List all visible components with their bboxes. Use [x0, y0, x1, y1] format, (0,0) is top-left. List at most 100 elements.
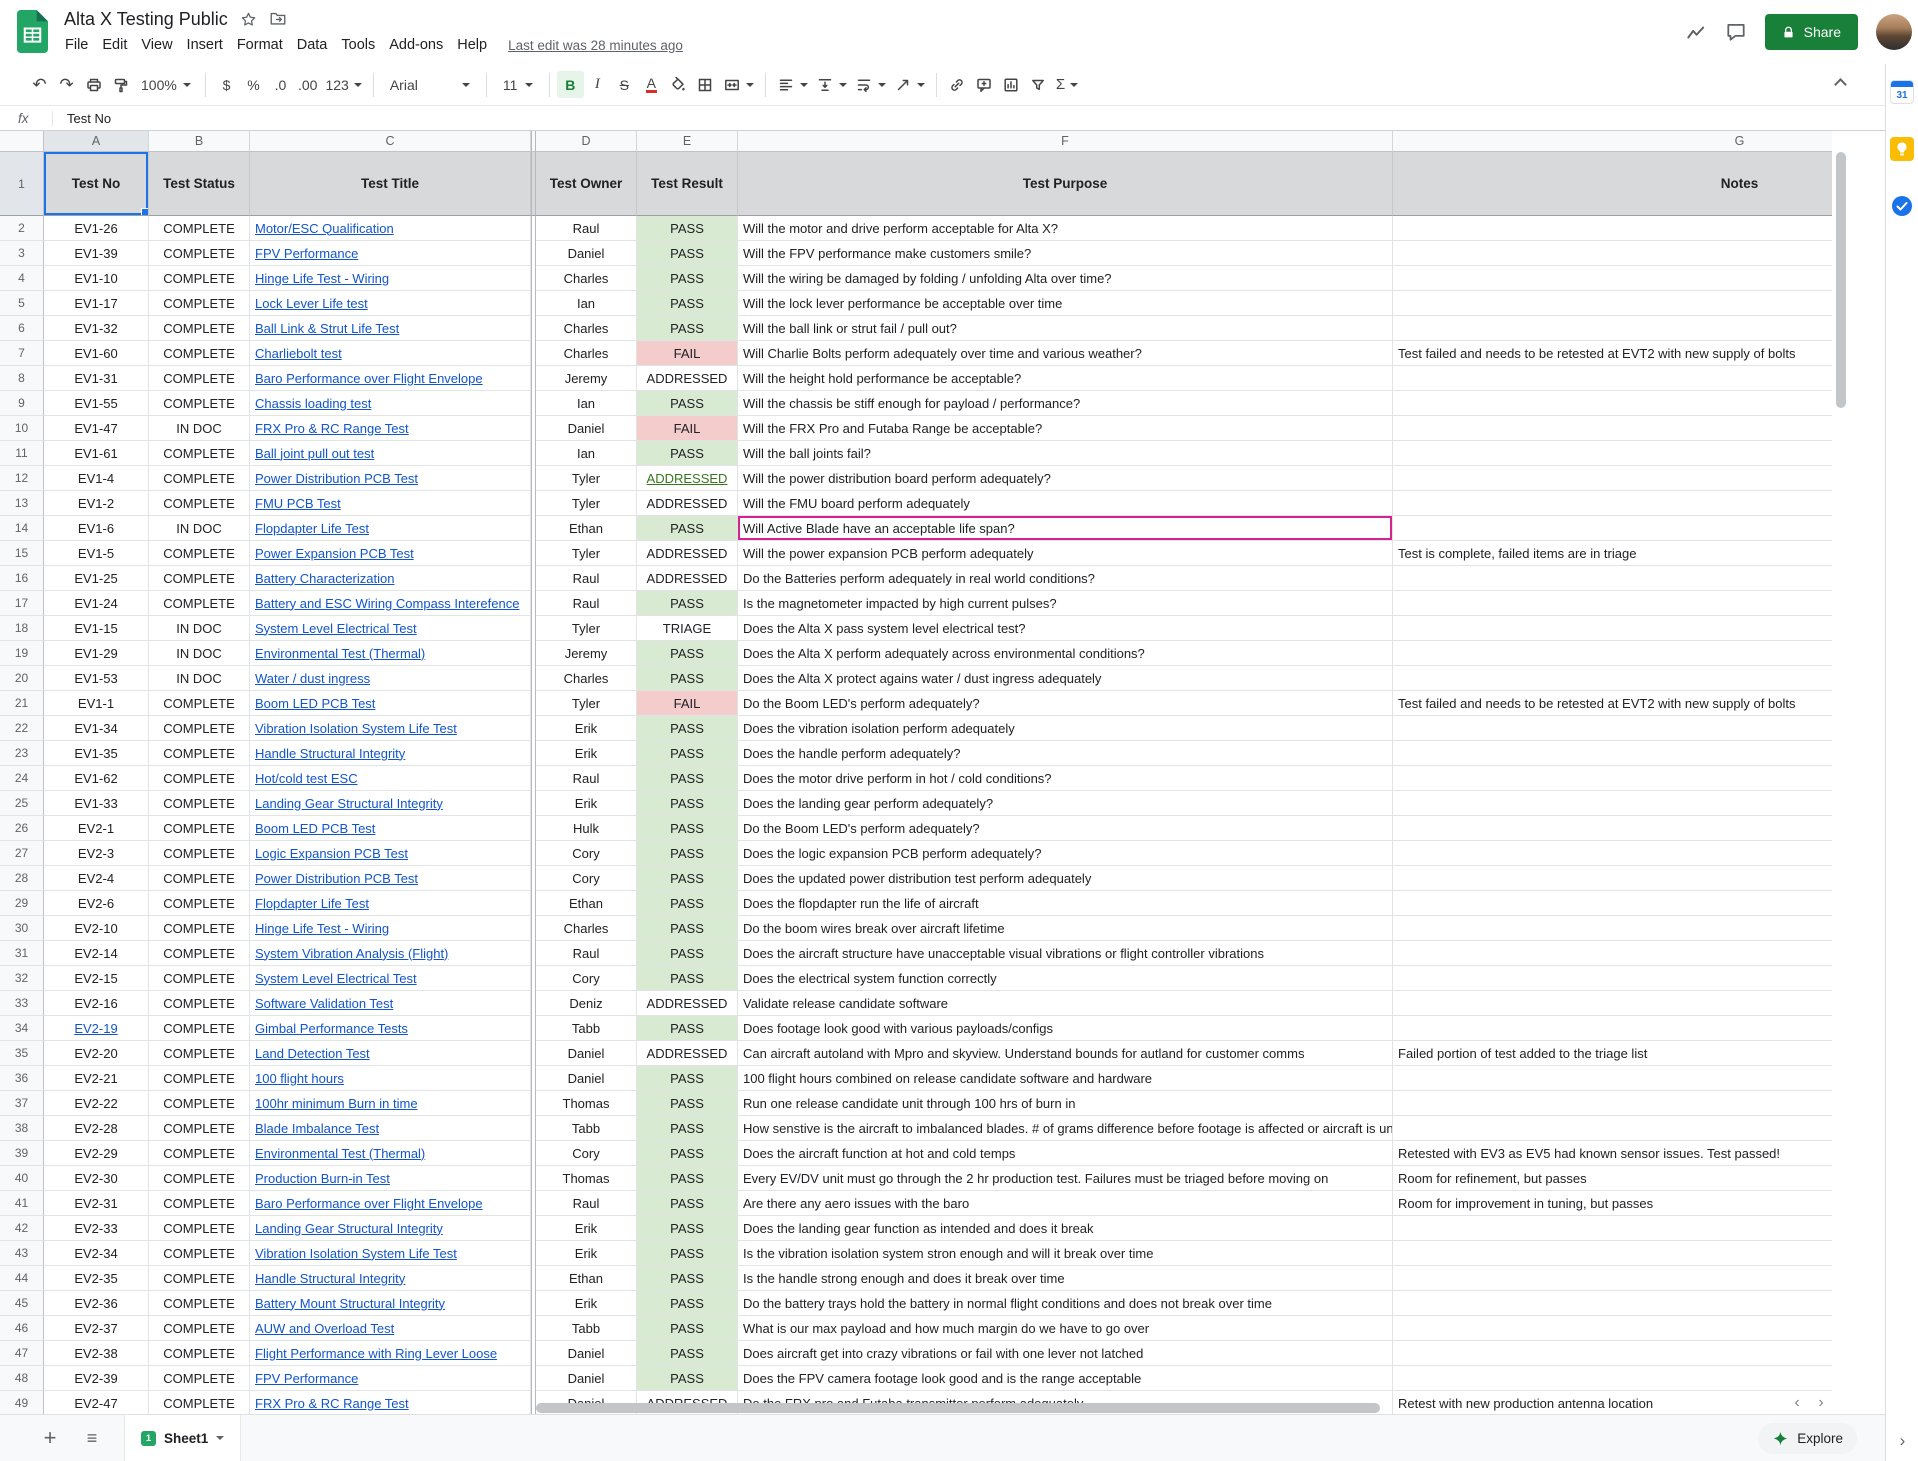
row-header-30[interactable]: 30: [0, 916, 44, 941]
cell-A24[interactable]: EV1-62: [44, 766, 149, 791]
cell-D32[interactable]: Cory: [536, 966, 637, 991]
row-header-23[interactable]: 23: [0, 741, 44, 766]
cell-G8[interactable]: [1393, 366, 1832, 391]
undo-button[interactable]: ↶: [26, 71, 53, 98]
cell-E12[interactable]: ADDRESSED: [637, 466, 738, 491]
cell-D18[interactable]: Tyler: [536, 616, 637, 641]
row-header-34[interactable]: 34: [0, 1016, 44, 1041]
expand-side-panel-icon[interactable]: ›: [1886, 1431, 1918, 1451]
cell-E22[interactable]: PASS: [637, 716, 738, 741]
cell-B41[interactable]: COMPLETE: [149, 1191, 250, 1216]
strikethrough-button[interactable]: S: [611, 71, 638, 98]
star-icon[interactable]: [240, 11, 257, 28]
cell-G45[interactable]: [1393, 1291, 1832, 1316]
menu-format[interactable]: Format: [230, 34, 290, 56]
tasks-icon[interactable]: [1890, 194, 1914, 218]
cell-E30[interactable]: PASS: [637, 916, 738, 941]
cell-E6[interactable]: PASS: [637, 316, 738, 341]
cell-D39[interactable]: Cory: [536, 1141, 637, 1166]
cell-D6[interactable]: Charles: [536, 316, 637, 341]
cell-F13[interactable]: Will the FMU board perform adequately: [738, 491, 1393, 516]
cell-C10[interactable]: FRX Pro & RC Range Test: [250, 416, 531, 441]
cell-B6[interactable]: COMPLETE: [149, 316, 250, 341]
cell-E33[interactable]: ADDRESSED: [637, 991, 738, 1016]
cell-E14[interactable]: PASS: [637, 516, 738, 541]
cell-F11[interactable]: Will the ball joints fail?: [738, 441, 1393, 466]
cell-A1[interactable]: Test No: [44, 152, 149, 216]
cell-A15[interactable]: EV1-5: [44, 541, 149, 566]
cell-G49[interactable]: Retest with new production antenna locat…: [1393, 1391, 1832, 1414]
print-button[interactable]: [80, 71, 107, 98]
row-header-38[interactable]: 38: [0, 1116, 44, 1141]
column-header-D[interactable]: D: [536, 131, 637, 152]
cell-F7[interactable]: Will Charlie Bolts perform adequately ov…: [738, 341, 1393, 366]
row-header-24[interactable]: 24: [0, 766, 44, 791]
cell-E21[interactable]: FAIL: [637, 691, 738, 716]
cell-E19[interactable]: PASS: [637, 641, 738, 666]
fill-handle[interactable]: [141, 208, 149, 216]
cell-C9[interactable]: Chassis loading test: [250, 391, 531, 416]
cell-E39[interactable]: PASS: [637, 1141, 738, 1166]
cell-E44[interactable]: PASS: [637, 1266, 738, 1291]
cell-A38[interactable]: EV2-28: [44, 1116, 149, 1141]
font-select[interactable]: Arial: [381, 71, 479, 98]
cell-C6[interactable]: Ball Link & Strut Life Test: [250, 316, 531, 341]
cell-E29[interactable]: PASS: [637, 891, 738, 916]
cell-C11[interactable]: Ball joint pull out test: [250, 441, 531, 466]
cell-B16[interactable]: COMPLETE: [149, 566, 250, 591]
cell-B25[interactable]: COMPLETE: [149, 791, 250, 816]
scroll-left-icon[interactable]: ‹: [1788, 1394, 1806, 1412]
cell-D28[interactable]: Cory: [536, 866, 637, 891]
cell-C25[interactable]: Landing Gear Structural Integrity: [250, 791, 531, 816]
cell-G7[interactable]: Test failed and needs to be retested at …: [1393, 341, 1832, 366]
cell-A19[interactable]: EV1-29: [44, 641, 149, 666]
cell-C35[interactable]: Land Detection Test: [250, 1041, 531, 1066]
cell-F25[interactable]: Does the landing gear perform adequately…: [738, 791, 1393, 816]
cell-A16[interactable]: EV1-25: [44, 566, 149, 591]
avatar[interactable]: [1876, 14, 1912, 50]
cell-B18[interactable]: IN DOC: [149, 616, 250, 641]
cell-D40[interactable]: Thomas: [536, 1166, 637, 1191]
row-header-27[interactable]: 27: [0, 841, 44, 866]
cell-A9[interactable]: EV1-55: [44, 391, 149, 416]
cell-G29[interactable]: [1393, 891, 1832, 916]
cell-C1[interactable]: Test Title: [250, 152, 531, 216]
row-header-20[interactable]: 20: [0, 666, 44, 691]
borders-button[interactable]: [692, 71, 719, 98]
cell-C16[interactable]: Battery Characterization: [250, 566, 531, 591]
cell-A34[interactable]: EV2-19: [44, 1016, 149, 1041]
cell-C13[interactable]: FMU PCB Test: [250, 491, 531, 516]
row-header-40[interactable]: 40: [0, 1166, 44, 1191]
cell-C42[interactable]: Landing Gear Structural Integrity: [250, 1216, 531, 1241]
cell-D35[interactable]: Daniel: [536, 1041, 637, 1066]
functions-button[interactable]: Σ: [1052, 71, 1082, 98]
text-rotation-button[interactable]: [890, 71, 929, 98]
cell-B24[interactable]: COMPLETE: [149, 766, 250, 791]
cell-G3[interactable]: [1393, 241, 1832, 266]
cell-D27[interactable]: Cory: [536, 841, 637, 866]
cell-G21[interactable]: Test failed and needs to be retested at …: [1393, 691, 1832, 716]
cell-B40[interactable]: COMPLETE: [149, 1166, 250, 1191]
cell-D42[interactable]: Erik: [536, 1216, 637, 1241]
cell-D7[interactable]: Charles: [536, 341, 637, 366]
cell-F27[interactable]: Does the logic expansion PCB perform ade…: [738, 841, 1393, 866]
vertical-align-button[interactable]: [812, 71, 851, 98]
cell-A35[interactable]: EV2-20: [44, 1041, 149, 1066]
cell-F34[interactable]: Does footage look good with various payl…: [738, 1016, 1393, 1041]
cell-G6[interactable]: [1393, 316, 1832, 341]
menu-addons[interactable]: Add-ons: [382, 34, 450, 56]
cell-D9[interactable]: Ian: [536, 391, 637, 416]
row-header-14[interactable]: 14: [0, 516, 44, 541]
cell-G40[interactable]: Room for refinement, but passes: [1393, 1166, 1832, 1191]
cell-A42[interactable]: EV2-33: [44, 1216, 149, 1241]
cell-D21[interactable]: Tyler: [536, 691, 637, 716]
cell-C31[interactable]: System Vibration Analysis (Flight): [250, 941, 531, 966]
cell-A12[interactable]: EV1-4: [44, 466, 149, 491]
cell-G34[interactable]: [1393, 1016, 1832, 1041]
row-header-49[interactable]: 49: [0, 1391, 44, 1414]
comment-icon[interactable]: [1725, 21, 1747, 43]
cell-G12[interactable]: [1393, 466, 1832, 491]
cell-F39[interactable]: Does the aircraft function at hot and co…: [738, 1141, 1393, 1166]
cell-F32[interactable]: Does the electrical system function corr…: [738, 966, 1393, 991]
cell-C47[interactable]: Flight Performance with Ring Lever Loose: [250, 1341, 531, 1366]
